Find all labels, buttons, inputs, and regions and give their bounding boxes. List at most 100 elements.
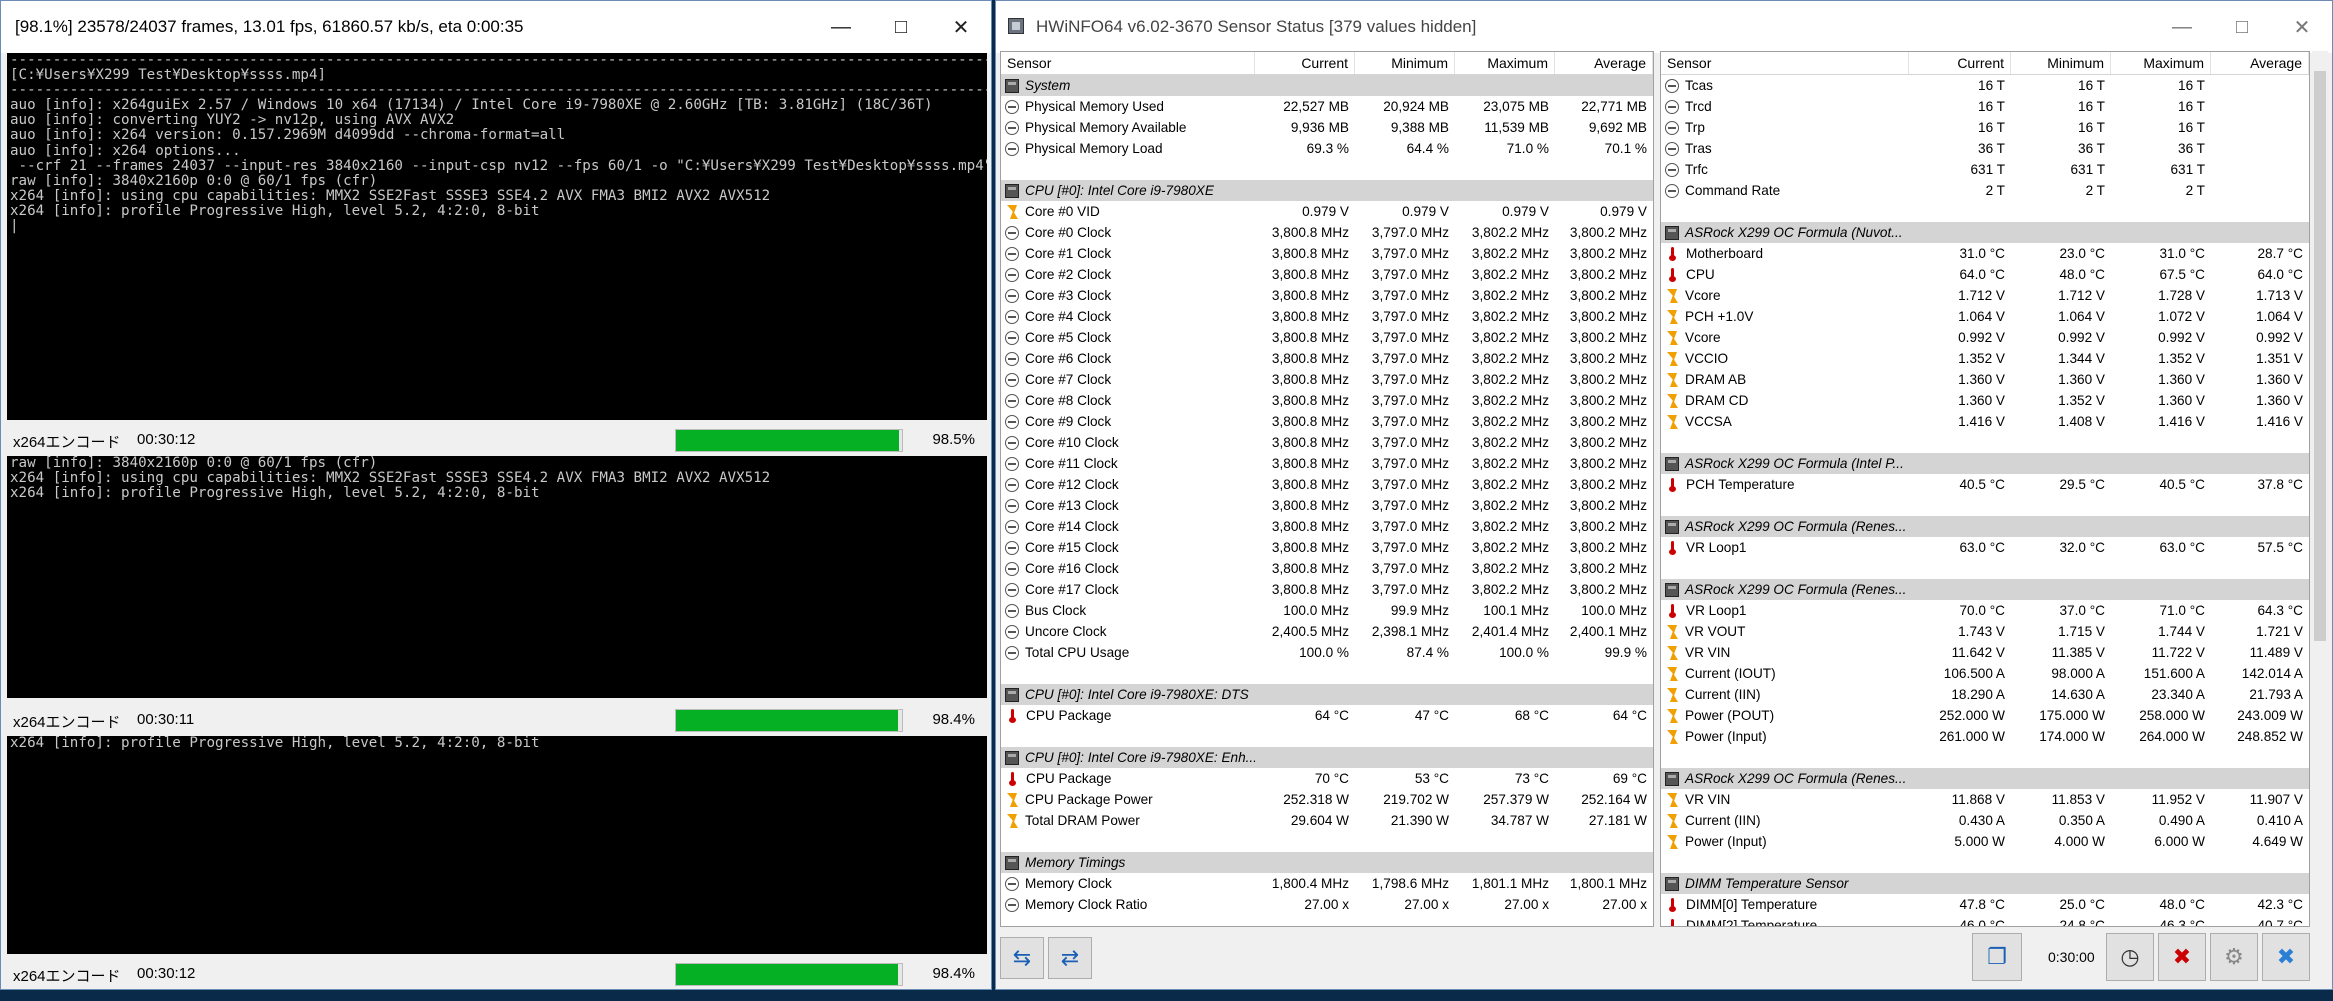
column-current[interactable]: Current (1909, 52, 2011, 74)
console-titlebar[interactable]: [98.1%] 23578/24037 frames, 13.01 fps, 6… (1, 1, 991, 53)
sensor-row[interactable]: Total DRAM Power 29.604 W 21.390 W 34.787 W… (1001, 810, 1653, 831)
sensor-row[interactable]: Core #0 Clock 3,800.8 MHz 3,797.0 MHz 3,802… (1001, 222, 1653, 243)
sensor-row[interactable]: Tras 36 T 36 T 36 T (1661, 138, 2309, 159)
sensor-list-left[interactable]: Sensor Current Minimum Maximum Average System… (1000, 51, 1654, 927)
sensor-row[interactable]: Core #5 Clock 3,800.8 MHz 3,797.0 MHz 3,802… (1001, 327, 1653, 348)
sensor-row[interactable]: Total CPU Usage 100.0 % 87.4 % 100.0 % 99.9 … (1001, 642, 1653, 663)
sensor-row[interactable]: Current (IIN) 0.430 A 0.350 A 0.490 A 0.410 … (1661, 810, 2309, 831)
sensor-row[interactable]: Motherboard 31.0 °C 23.0 °C 31.0 °C 28.7 °C (1661, 243, 2309, 264)
sensor-row[interactable]: VR Loop1 63.0 °C 32.0 °C 63.0 °C 57.5 °C (1661, 537, 2309, 558)
sensor-row[interactable]: PCH +1.0V 1.064 V 1.064 V 1.072 V 1.064 V (1661, 306, 2309, 327)
network-button[interactable]: ❐ (1972, 933, 2022, 981)
sensor-row[interactable]: Core #1 Clock 3,800.8 MHz 3,797.0 MHz 3,802… (1001, 243, 1653, 264)
sensor-row[interactable]: Core #9 Clock 3,800.8 MHz 3,797.0 MHz 3,802… (1001, 411, 1653, 432)
close-button[interactable]: ✕ (931, 1, 991, 53)
sensor-row[interactable]: CPU Package 64 °C 47 °C 68 °C 64 °C (1001, 705, 1653, 726)
sensor-group-header[interactable]: CPU [#0]: Intel Core i9-7980XE: DTS (1001, 684, 1653, 705)
expand-right-button[interactable]: ⇄ (1048, 937, 1092, 979)
sensor-row[interactable]: Uncore Clock 2,400.5 MHz 2,398.1 MHz 2,401.… (1001, 621, 1653, 642)
sensor-row[interactable]: CPU 64.0 °C 48.0 °C 67.5 °C 64.0 °C (1661, 264, 2309, 285)
sensor-row[interactable]: Core #16 Clock 3,800.8 MHz 3,797.0 MHz 3,80… (1001, 558, 1653, 579)
sensor-row[interactable]: DRAM AB 1.360 V 1.360 V 1.360 V 1.360 V (1661, 369, 2309, 390)
sensor-row[interactable]: Core #7 Clock 3,800.8 MHz 3,797.0 MHz 3,802… (1001, 369, 1653, 390)
column-minimum[interactable]: Minimum (2011, 52, 2111, 74)
sensor-row[interactable]: Core #3 Clock 3,800.8 MHz 3,797.0 MHz 3,802… (1001, 285, 1653, 306)
sensor-group-header[interactable]: ASRock X299 OC Formula (Renes... (1661, 579, 2309, 600)
sensor-row[interactable]: PCH Temperature 40.5 °C 29.5 °C 40.5 °C 37.8… (1661, 474, 2309, 495)
sensor-group-header[interactable]: CPU [#0]: Intel Core i9-7980XE (1001, 180, 1653, 201)
console-output-1[interactable]: ----------------------------------------… (7, 53, 987, 420)
sensor-row[interactable]: CPU Package 70 °C 53 °C 73 °C 69 °C (1001, 768, 1653, 789)
hwinfo-titlebar[interactable]: HWiNFO64 v6.02-3670 Sensor Status [379 v… (996, 1, 2332, 53)
sensor-row[interactable]: Physical Memory Load 69.3 % 64.4 % 71.0 % 70… (1001, 138, 1653, 159)
sensor-row[interactable]: DIMM[0] Temperature 47.8 °C 25.0 °C 48.0 °C… (1661, 894, 2309, 915)
reset-button[interactable]: ✖ (2158, 933, 2206, 981)
scrollbar-thumb[interactable] (2314, 71, 2326, 641)
console-output-2[interactable]: raw [info]: 3840x2160p 0:0 @ 60/1 fps (c… (7, 456, 987, 698)
sensor-list-right[interactable]: Sensor Current Minimum Maximum Average Tcas 16… (1660, 51, 2310, 927)
sensor-row[interactable]: Memory Clock Ratio 27.00 x 27.00 x 27.00 x 2… (1001, 894, 1653, 915)
sensor-group-header[interactable]: ASRock X299 OC Formula (Renes... (1661, 768, 2309, 789)
clock-button[interactable]: ◷ (2106, 933, 2154, 981)
sensor-row[interactable]: Core #13 Clock 3,800.8 MHz 3,797.0 MHz 3,80… (1001, 495, 1653, 516)
sensor-group-header[interactable]: DIMM Temperature Sensor (1661, 873, 2309, 894)
sensor-row[interactable]: DRAM CD 1.360 V 1.352 V 1.360 V 1.360 V (1661, 390, 2309, 411)
sensor-row[interactable]: VCCIO 1.352 V 1.344 V 1.352 V 1.351 V (1661, 348, 2309, 369)
sensor-row[interactable]: Power (Input) 5.000 W 4.000 W 6.000 W 4.649 … (1661, 831, 2309, 852)
sensor-row[interactable]: VR Loop1 70.0 °C 37.0 °C 71.0 °C 64.3 °C (1661, 600, 2309, 621)
settings-button[interactable]: ⚙ (2210, 933, 2258, 981)
sensor-row[interactable]: VR VOUT 1.743 V 1.715 V 1.744 V 1.721 V (1661, 621, 2309, 642)
sensor-row[interactable]: Core #17 Clock 3,800.8 MHz 3,797.0 MHz 3,80… (1001, 579, 1653, 600)
sensor-group-header[interactable]: Memory Timings (1001, 852, 1653, 873)
sensor-group-header[interactable]: ASRock X299 OC Formula (Intel P... (1661, 453, 2309, 474)
sensor-row[interactable]: Memory Clock 1,800.4 MHz 1,798.6 MHz 1,801.… (1001, 873, 1653, 894)
sensor-row[interactable]: DIMM[2] Temperature 46.0 °C 24.8 °C 46.3 °C… (1661, 915, 2309, 926)
sensor-row[interactable]: Trcd 16 T 16 T 16 T (1661, 96, 2309, 117)
sensor-row[interactable]: Core #4 Clock 3,800.8 MHz 3,797.0 MHz 3,802… (1001, 306, 1653, 327)
sensor-row[interactable]: Core #6 Clock 3,800.8 MHz 3,797.0 MHz 3,802… (1001, 348, 1653, 369)
column-maximum[interactable]: Maximum (1455, 52, 1555, 74)
sensor-row[interactable]: Current (IIN) 18.290 A 14.630 A 23.340 A 21.… (1661, 684, 2309, 705)
minimize-button[interactable]: — (811, 1, 871, 53)
collapse-left-button[interactable]: ⇆ (1000, 937, 1044, 979)
column-sensor[interactable]: Sensor (1661, 52, 1909, 74)
sensor-row[interactable]: Command Rate 2 T 2 T 2 T (1661, 180, 2309, 201)
sensor-row[interactable]: Power (POUT) 252.000 W 175.000 W 258.000 W 2… (1661, 705, 2309, 726)
sensor-row[interactable]: Trfc 631 T 631 T 631 T (1661, 159, 2309, 180)
maximize-button[interactable]: □ (871, 1, 931, 53)
sensor-row[interactable]: Vcore 1.712 V 1.712 V 1.728 V 1.713 V (1661, 285, 2309, 306)
sensor-row[interactable]: VR VIN 11.642 V 11.385 V 11.722 V 11.489 V (1661, 642, 2309, 663)
sensor-row[interactable]: Vcore 0.992 V 0.992 V 0.992 V 0.992 V (1661, 327, 2309, 348)
sensor-group-header[interactable]: CPU [#0]: Intel Core i9-7980XE: Enh... (1001, 747, 1653, 768)
sensor-row[interactable]: Core #12 Clock 3,800.8 MHz 3,797.0 MHz 3,80… (1001, 474, 1653, 495)
column-minimum[interactable]: Minimum (1355, 52, 1455, 74)
sensor-row[interactable]: Core #2 Clock 3,800.8 MHz 3,797.0 MHz 3,802… (1001, 264, 1653, 285)
sensor-row[interactable]: Physical Memory Available 9,936 MB 9,388 M… (1001, 117, 1653, 138)
maximize-button[interactable]: □ (2212, 1, 2272, 53)
column-average[interactable]: Average (1555, 52, 1653, 74)
sensor-row[interactable]: Core #14 Clock 3,800.8 MHz 3,797.0 MHz 3,80… (1001, 516, 1653, 537)
close-button[interactable]: ✕ (2272, 1, 2332, 53)
console-output-3[interactable]: x264 [info]: profile Progressive High, l… (7, 736, 987, 954)
column-current[interactable]: Current (1255, 52, 1355, 74)
sensor-row[interactable]: Core #11 Clock 3,800.8 MHz 3,797.0 MHz 3,80… (1001, 453, 1653, 474)
column-average[interactable]: Average (2211, 52, 2309, 74)
column-maximum[interactable]: Maximum (2111, 52, 2211, 74)
sensor-row[interactable]: VCCSA 1.416 V 1.408 V 1.416 V 1.416 V (1661, 411, 2309, 432)
sensor-row[interactable]: Core #15 Clock 3,800.8 MHz 3,797.0 MHz 3,80… (1001, 537, 1653, 558)
sensor-row[interactable]: Core #10 Clock 3,800.8 MHz 3,797.0 MHz 3,80… (1001, 432, 1653, 453)
exit-button[interactable]: ✖ (2262, 933, 2310, 981)
sensor-group-header[interactable]: System (1001, 75, 1653, 96)
sensor-row[interactable]: Trp 16 T 16 T 16 T (1661, 117, 2309, 138)
sensor-group-header[interactable]: ASRock X299 OC Formula (Renes... (1661, 516, 2309, 537)
minimize-button[interactable]: — (2152, 1, 2212, 53)
sensor-row[interactable]: Power (Input) 261.000 W 174.000 W 264.000 W… (1661, 726, 2309, 747)
sensor-row[interactable]: Tcas 16 T 16 T 16 T (1661, 75, 2309, 96)
vertical-scrollbar[interactable] (2312, 51, 2328, 927)
sensor-row[interactable]: Current (IOUT) 106.500 A 98.000 A 151.600 A… (1661, 663, 2309, 684)
sensor-row[interactable]: VR VIN 11.868 V 11.853 V 11.952 V 11.907 V (1661, 789, 2309, 810)
column-sensor[interactable]: Sensor (1001, 52, 1255, 74)
sensor-row[interactable]: Physical Memory Used 22,527 MB 20,924 MB 23… (1001, 96, 1653, 117)
sensor-row[interactable]: Core #8 Clock 3,800.8 MHz 3,797.0 MHz 3,802… (1001, 390, 1653, 411)
sensor-row[interactable]: Core #0 VID 0.979 V 0.979 V 0.979 V 0.979 V (1001, 201, 1653, 222)
